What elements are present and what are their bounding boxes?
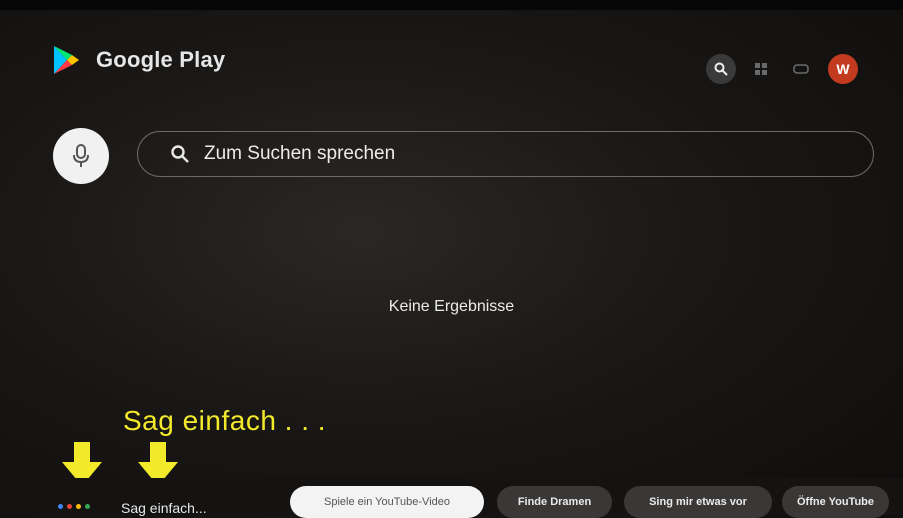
app-title: Google Play bbox=[96, 47, 226, 72]
microphone-icon bbox=[73, 144, 89, 167]
suggestion-chip[interactable]: Finde Dramen bbox=[497, 486, 612, 518]
top-navigation: W bbox=[706, 54, 858, 84]
google-play-logo: Google Play bbox=[50, 44, 225, 76]
screen-bezel bbox=[0, 0, 903, 10]
assistant-dot bbox=[85, 504, 90, 509]
microphone-button[interactable] bbox=[53, 128, 109, 184]
search-icon bbox=[171, 145, 189, 163]
play-store-icon bbox=[54, 46, 79, 74]
suggestion-chip[interactable]: Öffne YouTube bbox=[782, 486, 889, 518]
assistant-dot bbox=[67, 504, 72, 509]
search-input[interactable]: Zum Suchen sprechen bbox=[137, 131, 874, 177]
search-prompt: Zum Suchen sprechen bbox=[204, 143, 396, 164]
assistant-dot bbox=[76, 504, 81, 509]
games-icon[interactable] bbox=[786, 54, 816, 84]
suggestion-chip[interactable]: Spiele ein YouTube-Video bbox=[290, 486, 484, 518]
suggestion-chip[interactable]: Sing mir etwas vor bbox=[624, 486, 772, 518]
user-avatar[interactable]: W bbox=[828, 54, 858, 84]
no-results-message: Keine Ergebnisse bbox=[388, 298, 515, 315]
apps-icon[interactable] bbox=[746, 54, 776, 84]
google-assistant-icon bbox=[58, 504, 90, 509]
annotation-text: Sag einfach . . . bbox=[123, 405, 327, 436]
search-icon[interactable] bbox=[706, 54, 736, 84]
assistant-hint: Sag einfach... bbox=[121, 500, 207, 516]
assistant-dot bbox=[58, 504, 63, 509]
